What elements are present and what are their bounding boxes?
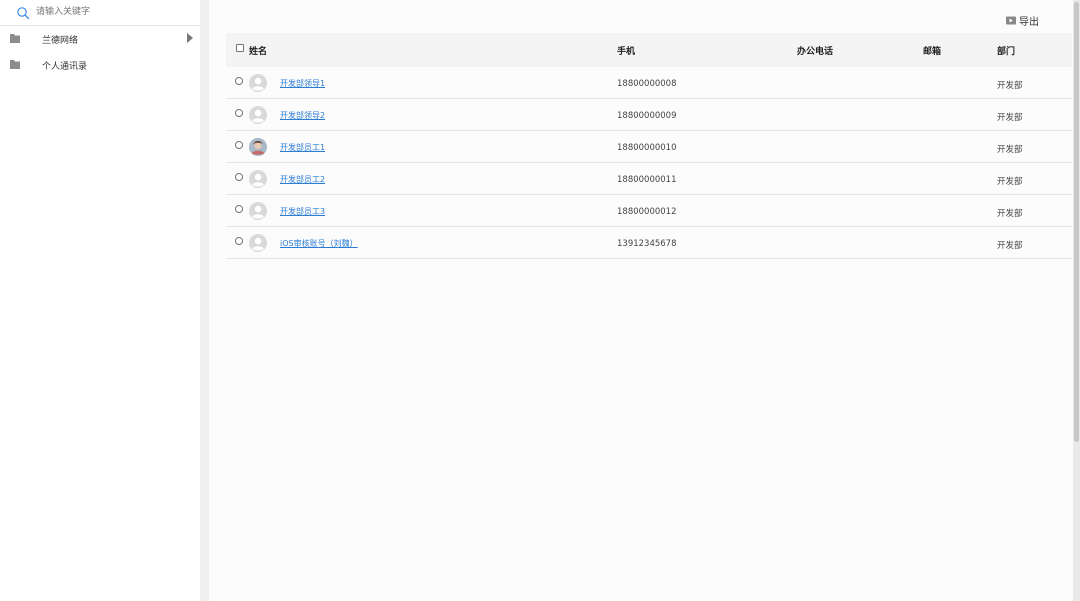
table-row[interactable]: 开发部领导2 18800000009 开发部 <box>226 99 1072 131</box>
sidebar-item-label: 兰德网络 <box>42 36 79 46</box>
contact-name-link[interactable]: iOS审核账号（刘魏） <box>280 238 358 249</box>
export-icon <box>1006 16 1016 24</box>
main-panel: 导出 姓名 手机 办公电话 邮箱 部门 开发部领导1 18800000008 开发部… <box>209 0 1073 601</box>
avatar <box>249 138 267 156</box>
contact-name-link[interactable]: 开发部领导2 <box>280 110 325 121</box>
contact-name-link[interactable]: 开发部员工1 <box>280 142 325 153</box>
table-row[interactable]: 开发部员工1 18800000010 开发部 <box>226 131 1072 163</box>
row-select-radio[interactable] <box>235 109 243 117</box>
table-row[interactable]: 开发部领导1 18800000008 开发部 <box>226 67 1072 99</box>
mobile-cell: 18800000011 <box>617 175 677 185</box>
export-button[interactable]: 导出 <box>1006 12 1039 28</box>
caret-right-icon[interactable] <box>186 33 194 43</box>
department-cell: 开发部 <box>997 209 1023 219</box>
column-header-mobile[interactable]: 手机 <box>617 44 635 57</box>
row-select-radio[interactable] <box>235 77 243 85</box>
table-row[interactable]: 开发部员工3 18800000012 开发部 <box>226 195 1072 227</box>
column-header-email[interactable]: 邮箱 <box>923 44 941 57</box>
mobile-cell: 18800000010 <box>617 143 677 153</box>
column-header-name[interactable]: 姓名 <box>249 44 267 57</box>
avatar <box>249 106 267 124</box>
sidebar-item-org[interactable]: 兰德网络 <box>0 26 200 52</box>
row-select-radio[interactable] <box>235 141 243 149</box>
sidebar-item-personal-contacts[interactable]: 个人通讯录 <box>0 52 200 78</box>
folder-icon <box>10 60 20 69</box>
contact-name-link[interactable]: 开发部领导1 <box>280 78 325 89</box>
avatar <box>249 170 267 188</box>
row-select-radio[interactable] <box>235 205 243 213</box>
department-cell: 开发部 <box>997 145 1023 155</box>
export-label: 导出 <box>1019 16 1039 28</box>
mobile-cell: 18800000009 <box>617 111 677 121</box>
avatar <box>249 234 267 252</box>
mobile-cell: 13912345678 <box>617 239 677 249</box>
department-cell: 开发部 <box>997 81 1023 91</box>
contacts-table: 姓名 手机 办公电话 邮箱 部门 开发部领导1 18800000008 开发部 开发部… <box>226 33 1072 259</box>
scrollbar-thumb[interactable] <box>1074 2 1079 442</box>
avatar <box>249 202 267 220</box>
sidebar: 兰德网络 个人通讯录 <box>0 0 200 601</box>
table-row[interactable]: iOS审核账号（刘魏） 13912345678 开发部 <box>226 227 1072 259</box>
avatar <box>249 74 267 92</box>
table-row[interactable]: 开发部员工2 18800000011 开发部 <box>226 163 1072 195</box>
department-cell: 开发部 <box>997 241 1023 251</box>
table-header: 姓名 手机 办公电话 邮箱 部门 <box>226 33 1072 67</box>
select-all-checkbox[interactable] <box>236 44 244 52</box>
sidebar-item-label: 个人通讯录 <box>42 62 88 72</box>
contact-name-link[interactable]: 开发部员工3 <box>280 206 325 217</box>
search-icon[interactable] <box>16 6 30 20</box>
department-cell: 开发部 <box>997 113 1023 123</box>
table-body: 开发部领导1 18800000008 开发部 开发部领导2 18800000009 开发部… <box>226 67 1072 259</box>
panel-divider[interactable] <box>200 0 209 601</box>
column-header-office-phone[interactable]: 办公电话 <box>797 44 833 57</box>
folder-icon <box>10 34 20 43</box>
contact-name-link[interactable]: 开发部员工2 <box>280 174 325 185</box>
sidebar-search <box>0 0 200 26</box>
mobile-cell: 18800000012 <box>617 207 677 217</box>
search-input[interactable] <box>36 3 186 21</box>
row-select-radio[interactable] <box>235 173 243 181</box>
row-select-radio[interactable] <box>235 237 243 245</box>
department-cell: 开发部 <box>997 177 1023 187</box>
column-header-department[interactable]: 部门 <box>997 44 1015 57</box>
mobile-cell: 18800000008 <box>617 79 677 89</box>
contacts-app: 兰德网络 个人通讯录 导出 姓名 手机 办公电话 <box>0 0 1080 601</box>
